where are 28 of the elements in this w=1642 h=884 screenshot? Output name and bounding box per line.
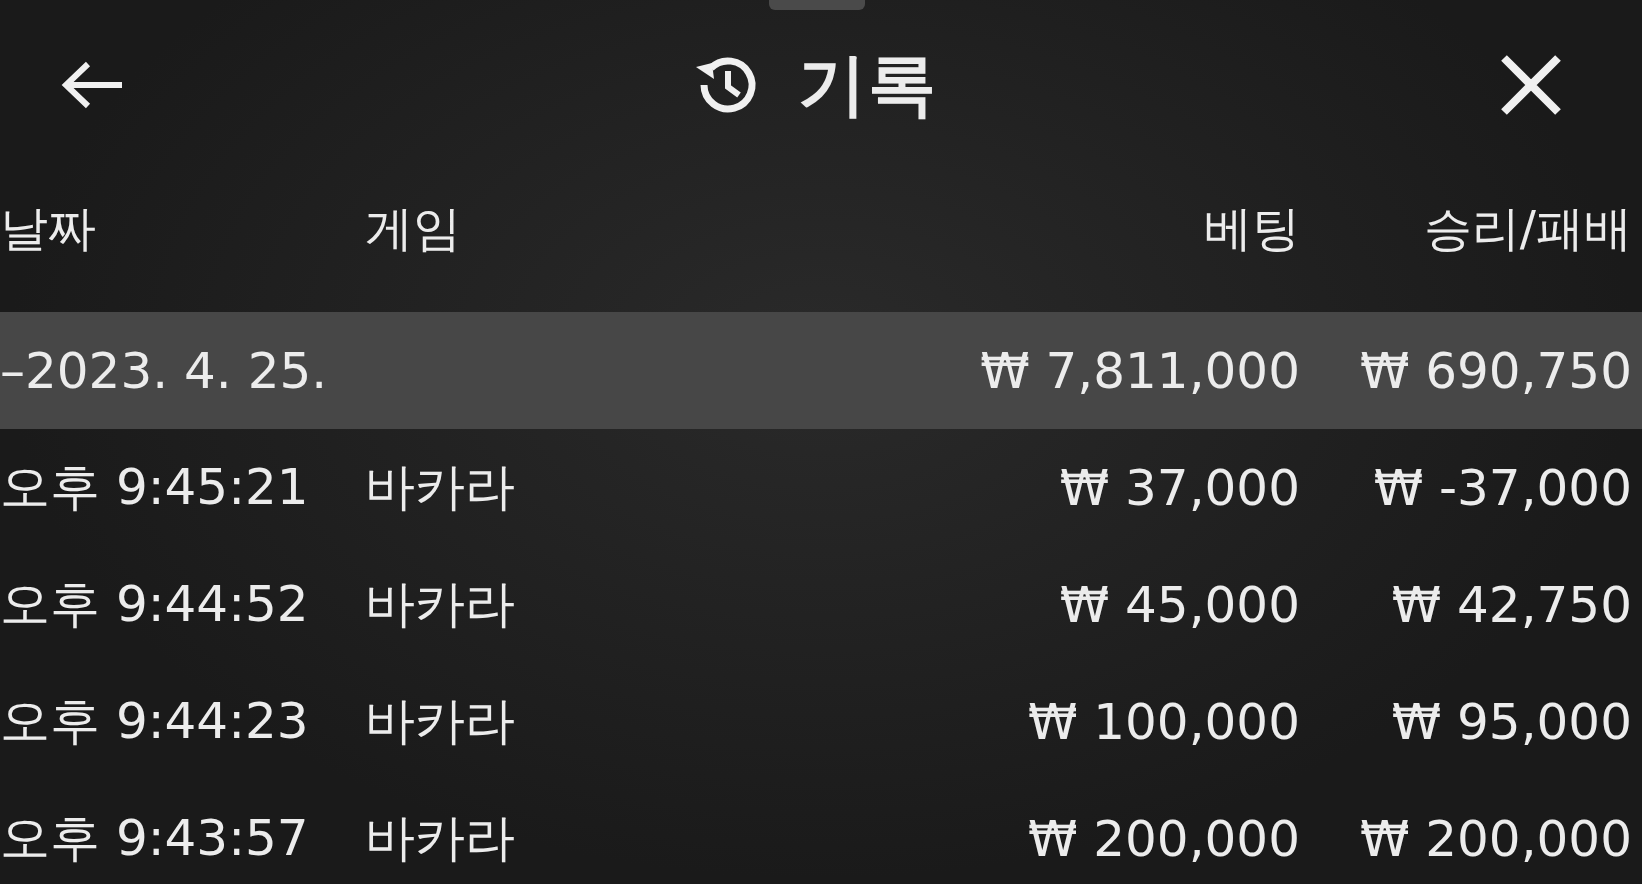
result-cell-text: ₩ -37,000: [1372, 458, 1632, 517]
bet-cell-text: ₩ 7,811,000: [979, 341, 1300, 400]
date-group-row[interactable]: –2023. 4. 25. ₩ 7,811,000 ₩ 690,750: [0, 312, 1642, 429]
close-icon: [1500, 54, 1562, 116]
date-cell-text: 오후 9:44:52: [0, 574, 310, 635]
bet-cell-text: ₩ 37,000: [1058, 458, 1300, 517]
window-title: 기록: [798, 43, 938, 126]
result-cell-text: ₩ 42,750: [1390, 575, 1632, 634]
column-header: 게임: [365, 199, 462, 258]
game-cell-text: 바카라: [365, 691, 516, 752]
close-button[interactable]: [1500, 54, 1562, 116]
game-cell-text: 바카라: [365, 574, 516, 635]
date-cell-text: 오후 9:45:21: [0, 457, 310, 518]
date-cell-text: –2023. 4. 25.: [0, 341, 329, 400]
drag-handle[interactable]: [769, 0, 865, 10]
bet-cell-text: ₩ 200,000: [1026, 809, 1300, 868]
column-header: 베팅: [1203, 199, 1300, 258]
bet-cell-text: ₩ 100,000: [1026, 692, 1300, 751]
result-cell-text: ₩ 690,750: [1358, 341, 1632, 400]
column-header: 승리/패배: [1422, 199, 1632, 258]
column-header: 날짜: [0, 199, 97, 258]
result-cell-text: ₩ 95,000: [1390, 692, 1632, 751]
game-cell-text: 바카라: [365, 808, 516, 869]
result-cell-text: ₩ 200,000: [1358, 809, 1632, 868]
date-cell-text: 오후 9:44:23: [0, 691, 310, 752]
game-cell-text: 바카라: [365, 457, 516, 518]
date-cell-text: 오후 9:43:57: [0, 808, 310, 869]
bet-cell-text: ₩ 45,000: [1058, 575, 1300, 634]
